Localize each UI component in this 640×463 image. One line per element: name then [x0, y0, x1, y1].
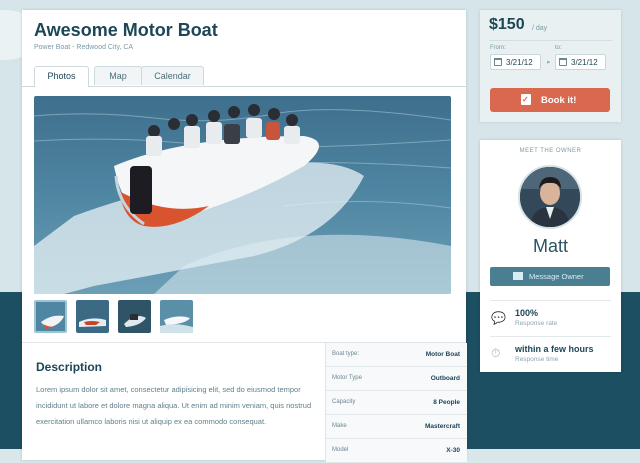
- spec-value: X-30: [446, 447, 460, 454]
- price: $150: [489, 16, 525, 33]
- spec-row: Make Mastercraft: [326, 415, 467, 439]
- spec-label: Make: [332, 423, 347, 429]
- calendar-check-icon: [521, 94, 531, 105]
- arrow-right-icon: ▸: [547, 59, 551, 66]
- spec-value: Outboard: [430, 375, 460, 382]
- spec-value: Mastercraft: [424, 423, 460, 430]
- boat-photo-illustration: [34, 96, 451, 294]
- booking-divider: [489, 40, 612, 41]
- message-owner-label: Message Owner: [529, 272, 584, 281]
- stat-divider: [490, 300, 611, 301]
- owner-card: MEET THE OWNER Matt Message Owner 💬 100%…: [480, 140, 621, 372]
- from-date-input[interactable]: 3/21/12: [490, 54, 541, 70]
- owner-name: Matt: [532, 236, 568, 256]
- description-heading: Description: [36, 360, 103, 374]
- owner-heading: MEET THE OWNER: [519, 148, 582, 154]
- to-date-value: 3/21/12: [571, 58, 598, 67]
- stat-divider: [490, 336, 611, 337]
- tab-map[interactable]: Map: [94, 66, 142, 85]
- spec-label: Boat type:: [332, 351, 360, 357]
- book-button[interactable]: Book it!: [490, 88, 610, 112]
- spec-label: Capacity: [332, 399, 356, 405]
- stopwatch-icon: ⏱: [491, 346, 501, 360]
- spec-row: Boat type: Motor Boat: [326, 343, 467, 367]
- envelope-icon: [513, 272, 523, 280]
- tab-photos[interactable]: Photos: [34, 66, 89, 87]
- response-rate-label: Response rate: [515, 320, 558, 327]
- calendar-icon: [559, 58, 567, 66]
- description-text: Lorem ipsum dolor sit amet, consectetur …: [36, 385, 312, 426]
- thumbnail-3[interactable]: [118, 300, 151, 333]
- from-label: From:: [490, 45, 506, 51]
- spec-label: Motor Type: [332, 375, 362, 381]
- thumbnail-2[interactable]: [76, 300, 109, 333]
- spec-row: Model X-30: [326, 439, 467, 463]
- response-rate-value: 100%: [515, 308, 539, 318]
- to-date-input[interactable]: 3/21/12: [555, 54, 606, 70]
- spec-value: Motor Boat: [425, 351, 460, 358]
- spec-row: Capacity 8 People: [326, 391, 467, 415]
- response-time-label: Response time: [515, 356, 559, 363]
- to-label: to:: [555, 45, 562, 51]
- spec-row: Motor Type Outboard: [326, 367, 467, 391]
- owner-portrait: [520, 167, 580, 227]
- thumbnail-4[interactable]: [160, 300, 193, 333]
- listing-card: Awesome Motor Boat Power Boat - Redwood …: [22, 10, 467, 463]
- spec-value: 8 People: [433, 399, 460, 406]
- from-date-value: 3/21/12: [506, 58, 533, 67]
- thumbnail-1[interactable]: [34, 300, 67, 333]
- tab-bar: Photos Map Calendar: [22, 66, 466, 87]
- message-owner-button[interactable]: Message Owner: [490, 267, 610, 286]
- listing-title: Awesome Motor Boat: [34, 20, 218, 40]
- response-time-value: within a few hours: [515, 344, 594, 354]
- listing-subtitle: Power Boat - Redwood City, CA: [34, 44, 134, 51]
- chat-bubbles-icon: 💬: [491, 311, 506, 325]
- owner-avatar: [518, 165, 582, 229]
- calendar-icon: [494, 58, 502, 66]
- price-unit: / day: [532, 25, 548, 32]
- tab-calendar[interactable]: Calendar: [141, 66, 204, 85]
- spec-label: Model: [332, 447, 349, 453]
- book-button-label: Book it!: [541, 95, 577, 106]
- main-photo[interactable]: [34, 96, 451, 294]
- specs-table: Boat type: Motor Boat Motor Type Outboar…: [325, 343, 467, 463]
- booking-card: $150 / day From: to: 3/21/12 ▸ 3/21/12 B…: [480, 10, 621, 122]
